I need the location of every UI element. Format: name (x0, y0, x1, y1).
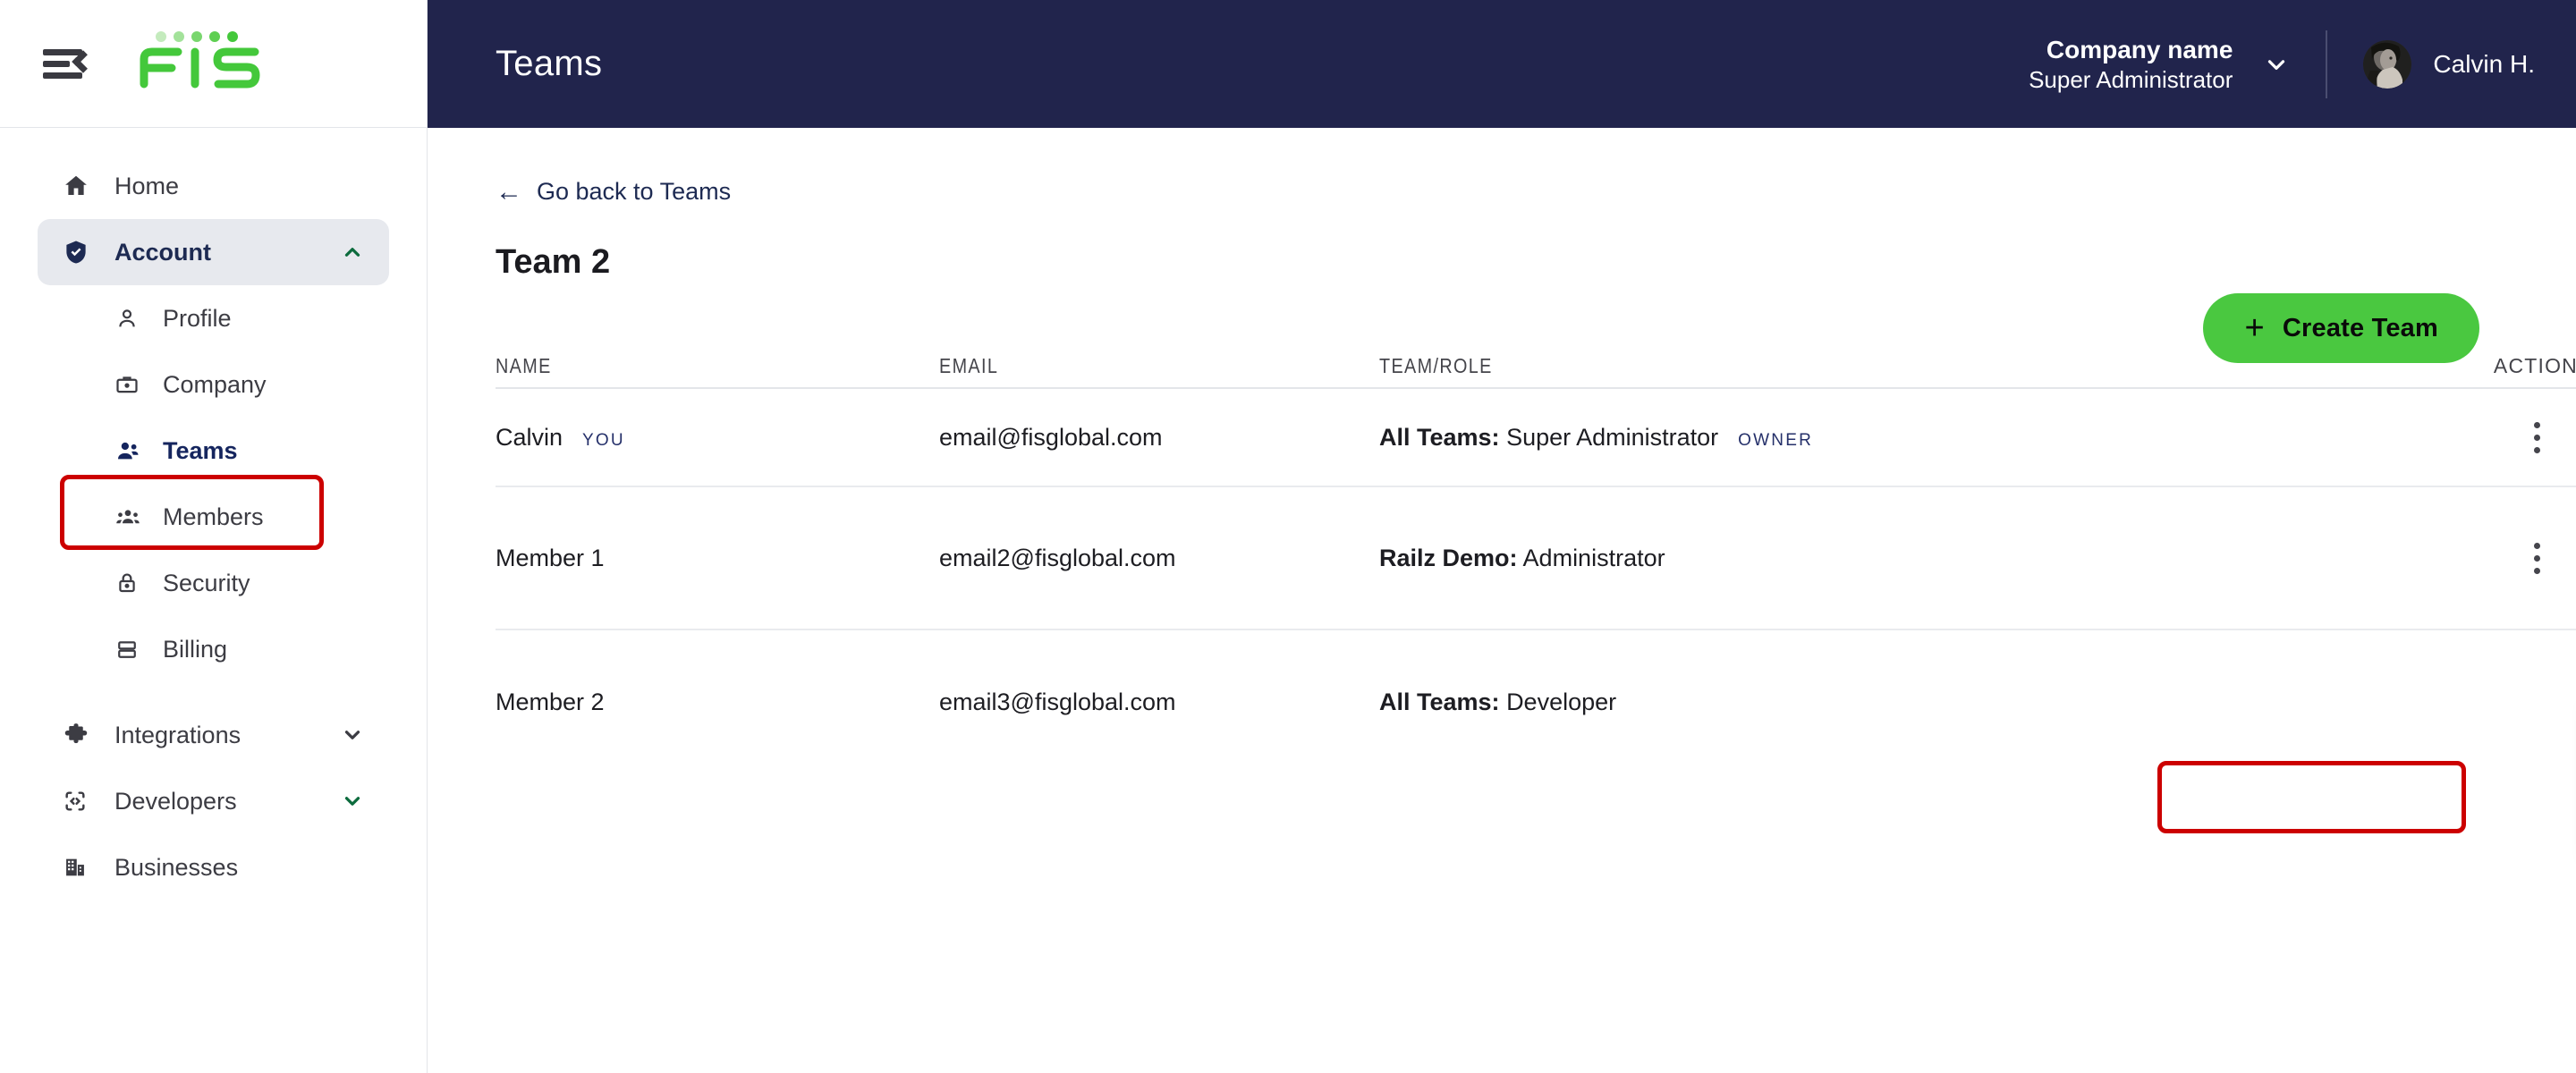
sidebar-item-label: Home (114, 172, 180, 199)
go-back-label: Go back to Teams (537, 178, 732, 205)
cell-name: Member 2 (496, 688, 605, 715)
page-header-title: Teams (496, 44, 603, 83)
sidebar-item-label: Security (163, 569, 250, 596)
team-label: All Teams: (1379, 423, 1500, 451)
content-area: ← Go back to Teams Team 2 + Create Team … (428, 128, 2576, 773)
sidebar-item-label: Members (163, 503, 264, 530)
sidebar-header (0, 0, 427, 128)
owner-badge: OWNER (1738, 430, 1813, 450)
sidebar-item-label: Developers (114, 787, 237, 815)
user-name: Calvin H. (2433, 49, 2535, 78)
page-title: Team 2 (496, 243, 611, 281)
avatar[interactable] (2363, 39, 2412, 89)
sidebar-item-profile[interactable]: Profile (38, 285, 389, 351)
card-icon (114, 637, 152, 662)
sidebar-item-label: Company (163, 370, 267, 398)
sidebar-item-members[interactable]: Members (38, 484, 389, 550)
chevron-up-icon[interactable] (341, 241, 364, 264)
role-label: Super Administrator (1506, 423, 1719, 451)
app-root: Home Account Profile Company Teams Membe… (0, 0, 2576, 1073)
sidebar-item-label: Profile (163, 304, 232, 332)
role-label: Administrator (1522, 544, 1665, 571)
members-table: NAME EMAIL TEAM/ROLE ACTION Calvin YOU em… (496, 334, 2576, 773)
member-name: Calvin (496, 423, 564, 451)
building-icon (63, 855, 102, 880)
cell-name: Member 1 (496, 544, 605, 571)
chevron-down-icon[interactable] (341, 790, 364, 813)
back-arrow-icon: ← (496, 176, 522, 207)
kebab-menu-icon (2534, 421, 2540, 453)
sidebar-item-company[interactable]: Company (38, 351, 389, 418)
sidebar-item-integrations[interactable]: Integrations (38, 702, 389, 768)
role-label: Developer (1506, 688, 1617, 715)
company-switcher[interactable]: Company name Super Administrator (2029, 34, 2233, 95)
table-row: Calvin YOU email@fisglobal.com All Teams:… (496, 389, 2576, 487)
sidebar-item-label: Account (114, 238, 211, 266)
collapse-menu-icon[interactable] (43, 42, 95, 85)
column-header-name: NAME (496, 354, 552, 377)
header-right: Company name Super Administrator Calvin … (2029, 30, 2576, 98)
you-badge: YOU (582, 430, 625, 450)
home-icon (63, 173, 102, 199)
company-name: Company name (2046, 35, 2233, 63)
sidebar-nav: Home Account Profile Company Teams Membe… (0, 128, 427, 900)
sidebar: Home Account Profile Company Teams Membe… (0, 0, 428, 1073)
team-label: Railz Demo: (1379, 544, 1518, 571)
row-actions-button[interactable] (2417, 421, 2576, 453)
chevron-down-icon[interactable] (341, 723, 364, 747)
logo-dots (156, 31, 238, 42)
column-header-role: TEAM/ROLE (1379, 354, 1493, 377)
sidebar-item-businesses[interactable]: Businesses (38, 834, 389, 900)
row-actions-button[interactable] (2417, 542, 2576, 574)
team-label: All Teams: (1379, 688, 1500, 715)
cell-role: All Teams: Super Administrator OWNER (1379, 424, 2417, 452)
company-role: Super Administrator (2029, 65, 2233, 93)
cell-role: All Teams: Developer (1379, 689, 2417, 716)
main-area: Teams Company name Super Administrator C… (428, 0, 2576, 1073)
chevron-down-icon[interactable] (2263, 51, 2290, 78)
sidebar-item-teams[interactable]: Teams (38, 418, 389, 484)
header-divider (2326, 30, 2328, 98)
puzzle-icon (63, 722, 102, 748)
fis-logo[interactable] (136, 28, 270, 99)
table-row: Member 2 email3@fisglobal.com All Teams:… (496, 630, 2576, 773)
sidebar-item-label: Billing (163, 635, 228, 663)
shield-check-icon (63, 239, 102, 266)
top-header: Teams Company name Super Administrator C… (428, 0, 2576, 128)
lock-icon (114, 570, 152, 596)
person-icon (114, 306, 152, 331)
sidebar-item-label: Integrations (114, 721, 242, 748)
cell-email: email2@fisglobal.com (939, 544, 1176, 571)
code-icon (63, 789, 102, 814)
table-row: Member 1 email2@fisglobal.com Railz Demo… (496, 487, 2576, 630)
column-header-email: EMAIL (939, 354, 999, 377)
cell-email: email3@fisglobal.com (939, 688, 1176, 715)
cell-name: Calvin YOU (496, 424, 939, 452)
briefcase-icon (114, 372, 152, 397)
people-icon (114, 437, 152, 464)
sidebar-item-account[interactable]: Account (38, 219, 389, 285)
sidebar-item-home[interactable]: Home (38, 153, 389, 219)
fis-wordmark-icon (140, 47, 260, 89)
sidebar-item-developers[interactable]: Developers (38, 768, 389, 834)
sidebar-item-label: Businesses (114, 853, 239, 881)
kebab-menu-icon (2534, 542, 2540, 574)
sidebar-item-label: Teams (163, 436, 238, 464)
cell-email: email@fisglobal.com (939, 423, 1163, 451)
cell-role: Railz Demo: Administrator (1379, 545, 2417, 572)
create-team-button[interactable]: + Create Team (2203, 293, 2479, 363)
plus-icon: + (2244, 309, 2265, 347)
sidebar-item-security[interactable]: Security (38, 550, 389, 616)
group-icon (114, 503, 152, 530)
create-team-label: Create Team (2282, 313, 2438, 342)
sidebar-item-billing[interactable]: Billing (38, 616, 389, 682)
go-back-link[interactable]: ← Go back to Teams (496, 178, 731, 206)
